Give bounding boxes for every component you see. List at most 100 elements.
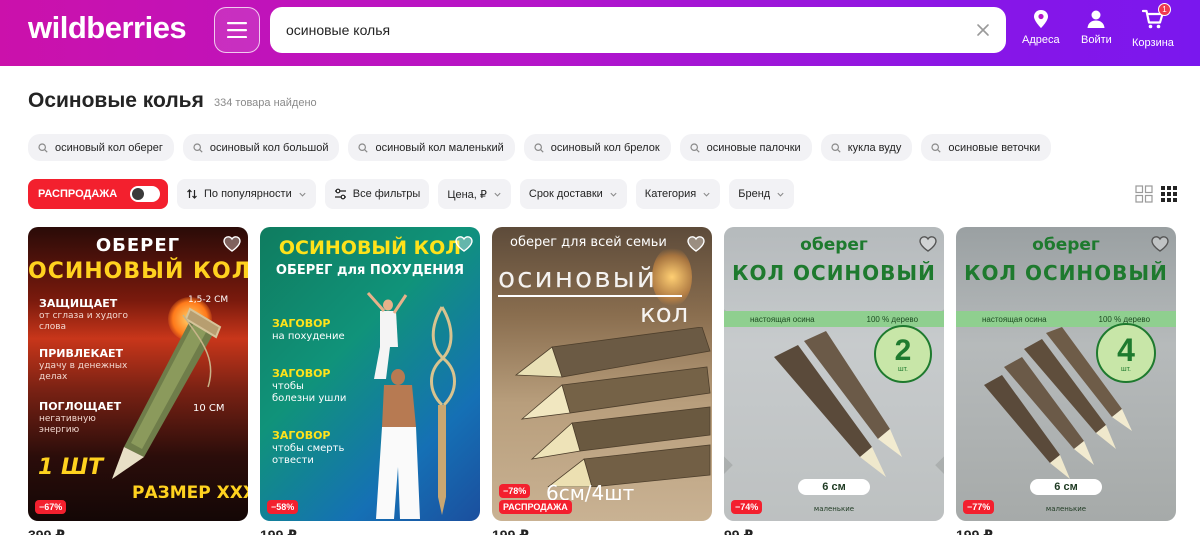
- image-text: ЗАГОВОР: [272, 429, 331, 442]
- product-card[interactable]: оберег КОЛ ОСИНОВЫЙ настоящая осина 100 …: [956, 227, 1176, 521]
- image-text: ОСИНОВЫЙ КОЛ: [28, 259, 248, 284]
- addresses-button[interactable]: Адреса: [1022, 9, 1060, 46]
- image-text: отвести: [272, 455, 314, 466]
- image-text: негативную: [39, 414, 96, 424]
- image-text: энергию: [39, 425, 80, 435]
- image-text: болезни ушли: [272, 393, 347, 404]
- suggestion-label: осиновый кол оберег: [55, 141, 163, 154]
- discount-badge: −58%: [267, 500, 299, 514]
- image-text: оберег для всей семьи: [510, 235, 667, 250]
- sort-dropdown[interactable]: По популярности: [177, 179, 316, 209]
- product-image[interactable]: ОБЕРЕГ ОСИНОВЫЙ КОЛ 1,5-2 СМ ЗАЩИЩАЕТ от…: [28, 227, 248, 521]
- product-image[interactable]: ОСИНОВЫЙ КОЛ ОБЕРЕГ для ПОХУДЕНИЯ ЗАГОВО…: [260, 227, 480, 521]
- suggestion-chip[interactable]: осиновый кол брелок: [523, 134, 671, 161]
- image-text: РАЗМЕР XXXL: [132, 483, 248, 503]
- delivery-label: Срок доставки: [528, 188, 603, 200]
- discount-badge: −74%: [731, 500, 763, 514]
- image-text: оберег: [1032, 235, 1100, 255]
- search-icon: [690, 142, 700, 153]
- suggestion-chip[interactable]: осиновый кол большой: [182, 134, 340, 161]
- image-text: ЗАГОВОР: [272, 317, 331, 330]
- image-text: 6 см: [822, 481, 846, 493]
- aspen-stake-image: [112, 307, 222, 479]
- login-label: Войти: [1081, 34, 1112, 46]
- image-text: 1,5-2 СМ: [188, 295, 229, 305]
- sort-icon: [187, 189, 197, 199]
- image-text: КОЛ ОСИНОВЫЙ: [964, 261, 1168, 285]
- candle-glow: [652, 247, 692, 307]
- wildberries-logo[interactable]: wildberries: [28, 10, 187, 46]
- all-filters-label: Все фильтры: [352, 188, 421, 200]
- image-text: ОБЕРЕГ: [95, 235, 181, 256]
- page-title: Осиновые колья: [28, 89, 204, 112]
- toggle-switch[interactable]: [130, 186, 160, 202]
- sale-badge: РАСПРОДАЖА: [499, 500, 572, 514]
- brand-dropdown[interactable]: Бренд: [729, 179, 795, 209]
- cart-label: Корзина: [1132, 37, 1174, 49]
- divider: [498, 295, 682, 297]
- product-card[interactable]: ОБЕРЕГ ОСИНОВЫЙ КОЛ 1,5-2 СМ ЗАЩИЩАЕТ от…: [28, 227, 248, 521]
- image-text: ОСИНОВЫЙ КОЛ: [278, 237, 462, 259]
- results-count: 334 товара найдено: [214, 97, 317, 109]
- login-button[interactable]: Войти: [1081, 9, 1112, 46]
- discount-badge: −77%: [963, 500, 995, 514]
- suggestion-chip[interactable]: осиновый кол оберег: [28, 134, 174, 161]
- heart-icon[interactable]: [454, 234, 474, 254]
- category-dropdown[interactable]: Категория: [635, 179, 721, 209]
- heart-icon[interactable]: [686, 234, 706, 254]
- all-filters-button[interactable]: Все фильтры: [324, 179, 430, 209]
- grid-small-view-icon[interactable]: [1160, 185, 1178, 203]
- image-text: 100 % дерево: [866, 314, 919, 324]
- image-text: ЗАГОВОР: [272, 367, 331, 380]
- aspen-stakes-image: [984, 327, 1132, 479]
- heart-icon[interactable]: [918, 234, 938, 254]
- product-card[interactable]: ОСИНОВЫЙ КОЛ ОБЕРЕГ для ПОХУДЕНИЯ ЗАГОВО…: [260, 227, 480, 521]
- suggestion-label: осиновые веточки: [948, 141, 1041, 154]
- suggestion-label: осиновый кол большой: [209, 141, 329, 154]
- heart-icon[interactable]: [1150, 234, 1170, 254]
- image-text: настоящая осина: [749, 314, 815, 324]
- search-icon: [193, 142, 203, 153]
- category-label: Категория: [644, 188, 697, 200]
- chevron-down-icon: [777, 192, 784, 197]
- image-text: кол: [640, 299, 689, 329]
- search-input[interactable]: [286, 22, 976, 38]
- cart-count-badge: 1: [1157, 3, 1171, 16]
- image-band: настоящая осина 100 % дерево: [724, 311, 944, 327]
- image-text: 6 см: [1054, 481, 1078, 493]
- product-price: 199 ₽: [260, 527, 297, 535]
- product-image[interactable]: оберег для всей семьи осиновый кол 6см/4…: [492, 227, 712, 521]
- suggestion-chip[interactable]: осиновый кол маленький: [348, 134, 515, 161]
- image-text: 1 ШТ: [38, 455, 104, 480]
- product-price: 199 ₽: [492, 527, 529, 535]
- delivery-dropdown[interactable]: Срок доставки: [519, 179, 627, 209]
- hamburger-icon: [227, 22, 247, 38]
- chevron-down-icon: [494, 192, 501, 197]
- price-dropdown[interactable]: Цена, ₽: [438, 179, 511, 209]
- grid-large-view-icon[interactable]: [1135, 185, 1153, 203]
- image-text: ОБЕРЕГ для ПОХУДЕНИЯ: [275, 263, 465, 278]
- image-text: осиновый: [498, 261, 657, 294]
- cart-button[interactable]: 1 Корзина: [1132, 3, 1174, 49]
- chevron-down-icon: [299, 192, 306, 197]
- image-text: слова: [39, 322, 67, 332]
- menu-button[interactable]: [214, 7, 260, 53]
- suggestion-chip[interactable]: кукла вуду: [820, 134, 913, 161]
- search-icon: [358, 142, 369, 153]
- product-card[interactable]: оберег КОЛ ОСИНОВЫЙ настоящая осина 100 …: [724, 227, 944, 521]
- product-price: 99 ₽: [724, 527, 754, 535]
- suggestion-chip[interactable]: осиновые палочки: [679, 134, 812, 161]
- sale-toggle[interactable]: РАСПРОДАЖА: [28, 179, 168, 209]
- suggestion-chip[interactable]: осиновые веточки: [921, 134, 1052, 161]
- product-image[interactable]: оберег КОЛ ОСИНОВЫЙ настоящая осина 100 …: [724, 227, 944, 521]
- search-icon: [534, 142, 544, 153]
- heart-icon[interactable]: [222, 234, 242, 254]
- image-text: на похудение: [272, 331, 345, 342]
- suggestion-label: осиновый кол маленький: [375, 141, 504, 154]
- close-icon[interactable]: [976, 23, 990, 37]
- product-card[interactable]: оберег для всей семьи осиновый кол 6см/4…: [492, 227, 712, 521]
- chevron-down-icon: [610, 192, 617, 197]
- suggestion-label: осиновые палочки: [706, 141, 801, 154]
- product-image[interactable]: оберег КОЛ ОСИНОВЫЙ настоящая осина 100 …: [956, 227, 1176, 521]
- suggestion-label: осиновый кол брелок: [550, 141, 660, 154]
